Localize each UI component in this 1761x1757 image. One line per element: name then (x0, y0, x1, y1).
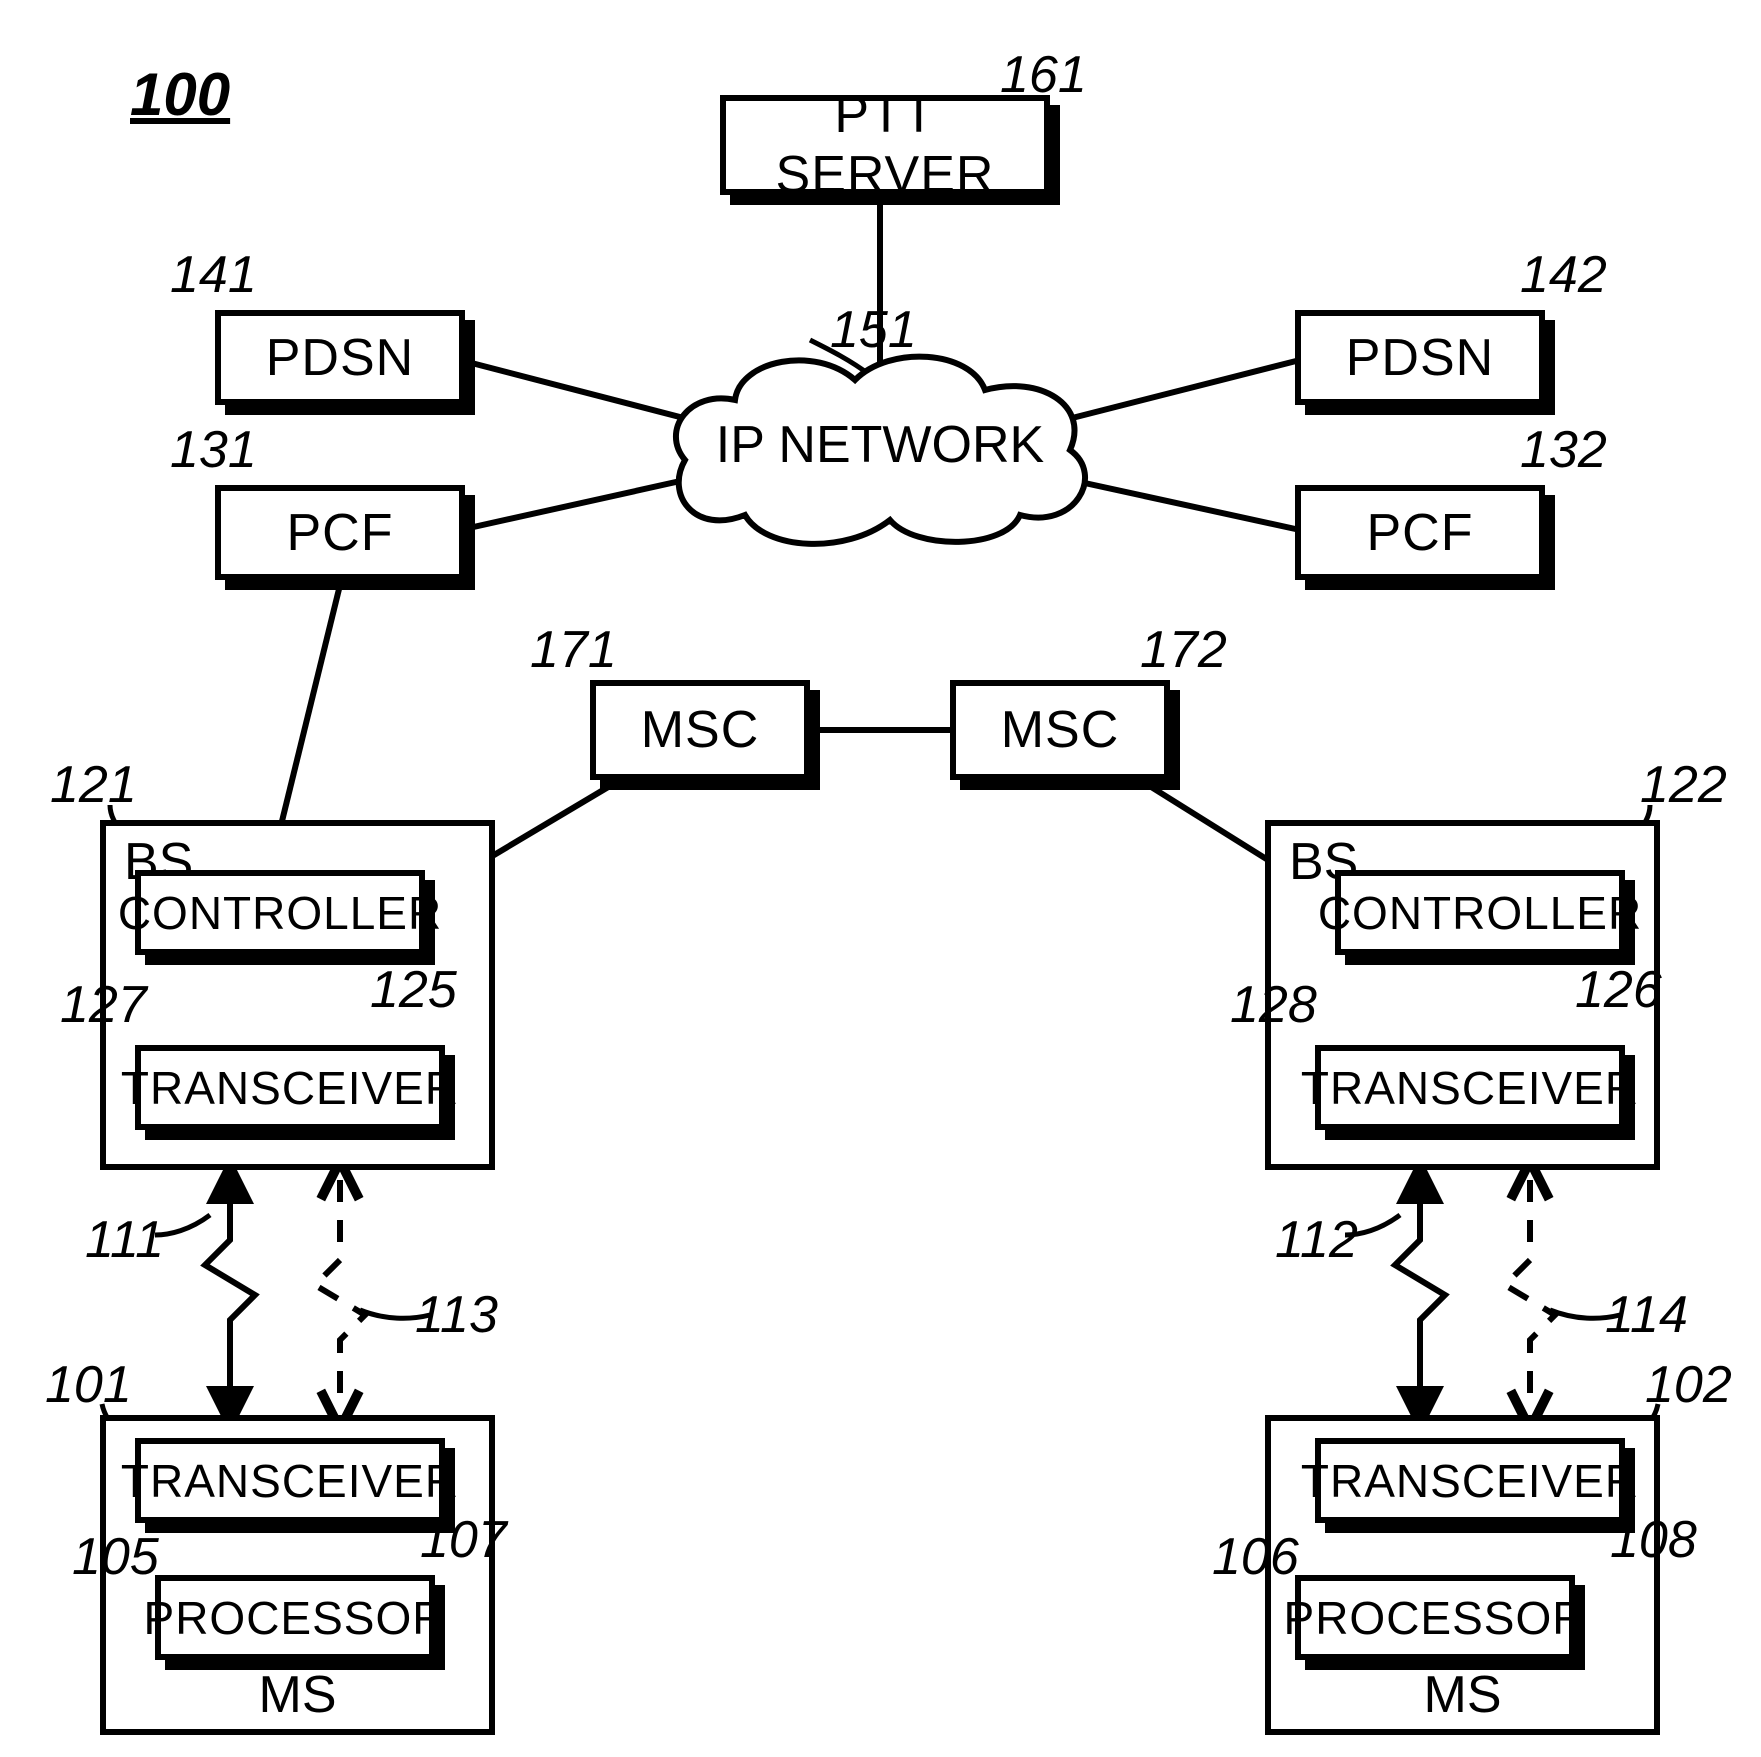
node-transceiver-ms-left: TRANSCEIVER (135, 1438, 445, 1523)
ref-ms-left: 101 (45, 1355, 132, 1415)
ref-link-112: 112 (1275, 1210, 1358, 1270)
ref-transceiver-bs-right: 128 (1230, 975, 1317, 1035)
ref-bs-left: 121 (50, 755, 137, 815)
ref-controller-left: 125 (370, 960, 457, 1020)
ref-link-114: 114 (1605, 1285, 1688, 1345)
ref-pdsn-left: 141 (170, 245, 257, 305)
cloud-label: IP NETWORK (655, 415, 1105, 475)
node-pcf-right: PCF (1295, 485, 1545, 580)
ref-transceiver-bs-left: 127 (60, 975, 147, 1035)
ref-link-113: 113 (415, 1285, 498, 1345)
ref-controller-right: 126 (1575, 960, 1662, 1020)
node-ptt-server: PTT SERVER (720, 95, 1050, 195)
node-ip-network-cloud: IP NETWORK (655, 335, 1105, 555)
ref-ptt: 161 (1000, 45, 1087, 105)
ref-processor-right: 106 (1212, 1527, 1299, 1587)
ref-link-111: 111 (85, 1210, 164, 1270)
node-transceiver-ms-right: TRANSCEIVER (1315, 1438, 1625, 1523)
node-pdsn-right: PDSN (1295, 310, 1545, 405)
node-controller-left: CONTROLLER (135, 870, 425, 955)
ms-right-title: MS (1271, 1665, 1654, 1725)
ref-transceiver-ms-left: 107 (420, 1510, 507, 1570)
node-controller-right: CONTROLLER (1335, 870, 1625, 955)
node-processor-left: PROCESSOR (155, 1575, 435, 1660)
ref-msc-left: 171 (530, 620, 617, 680)
node-pcf-left: PCF (215, 485, 465, 580)
ref-transceiver-ms-right: 108 (1610, 1510, 1697, 1570)
ref-processor-left: 105 (72, 1527, 159, 1587)
node-msc-left: MSC (590, 680, 810, 780)
node-pdsn-left: PDSN (215, 310, 465, 405)
ref-pdsn-right: 142 (1520, 245, 1607, 305)
ref-ms-right: 102 (1645, 1355, 1732, 1415)
node-processor-right: PROCESSOR (1295, 1575, 1575, 1660)
ref-bs-right: 122 (1640, 755, 1727, 815)
node-transceiver-bs-left: TRANSCEIVER (135, 1045, 445, 1130)
ref-pcf-left: 131 (170, 420, 257, 480)
node-msc-right: MSC (950, 680, 1170, 780)
ref-pcf-right: 132 (1520, 420, 1607, 480)
node-transceiver-bs-right: TRANSCEIVER (1315, 1045, 1625, 1130)
ref-cloud: 151 (830, 300, 917, 360)
figure-number: 100 (130, 60, 230, 129)
ms-left-title: MS (106, 1665, 489, 1725)
ref-msc-right: 172 (1140, 620, 1227, 680)
